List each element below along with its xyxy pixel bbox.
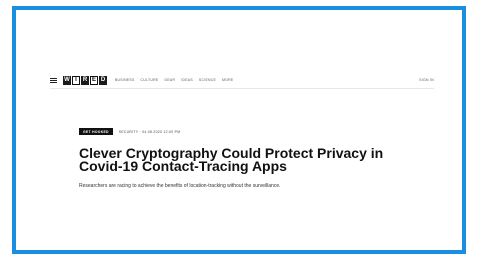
nav-divider bbox=[50, 88, 434, 89]
sign-in-link[interactable]: Sign In bbox=[419, 78, 434, 82]
logo-letter: R bbox=[81, 75, 89, 85]
logo-letter: W bbox=[63, 75, 71, 85]
nav-item-gear[interactable]: Gear bbox=[164, 78, 175, 82]
nav-item-ideas[interactable]: Ideas bbox=[181, 78, 193, 82]
nav-item-culture[interactable]: Culture bbox=[141, 78, 159, 82]
nav-item-more[interactable]: More bbox=[222, 78, 233, 82]
logo-letter: E bbox=[90, 75, 98, 85]
hamburger-menu-icon[interactable] bbox=[50, 77, 57, 83]
wired-logo[interactable]: W I R E D bbox=[63, 75, 107, 85]
article-dek: Researchers are racing to achieve the be… bbox=[79, 183, 281, 189]
section-tag[interactable]: Get Hooked bbox=[79, 128, 113, 135]
logo-letter: I bbox=[72, 75, 80, 85]
nav-item-science[interactable]: Science bbox=[199, 78, 216, 82]
article-headline: Clever Cryptography Could Protect Privac… bbox=[79, 145, 384, 174]
nav-links: Business Culture Gear Ideas Science More bbox=[115, 78, 233, 82]
article-byline: Security · 04.08.2020 12:00 PM bbox=[118, 129, 181, 134]
nav-item-business[interactable]: Business bbox=[115, 78, 135, 82]
logo-letter: D bbox=[99, 75, 107, 85]
article-meta: Get Hooked Security · 04.08.2020 12:00 P… bbox=[79, 128, 180, 135]
top-nav: W I R E D Business Culture Gear Ideas Sc… bbox=[50, 73, 434, 87]
